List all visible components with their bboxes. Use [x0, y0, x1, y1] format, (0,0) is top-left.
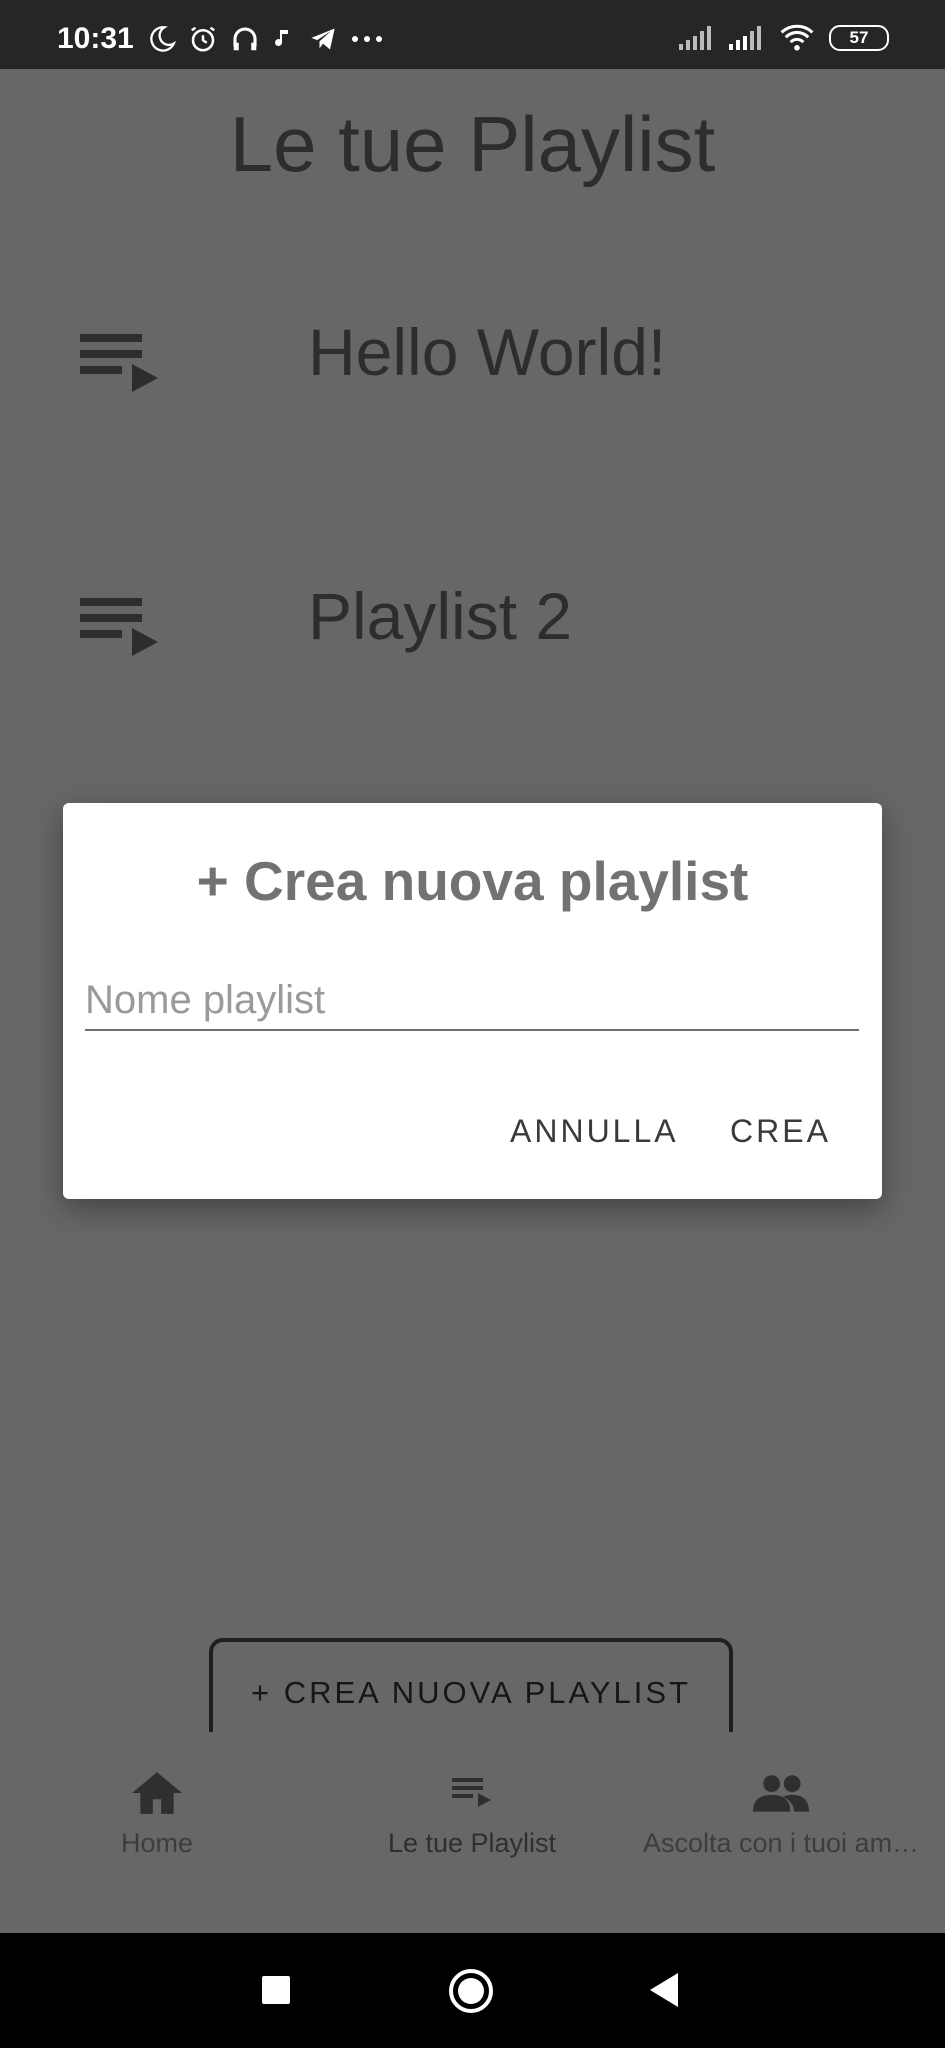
wifi-icon — [780, 24, 814, 51]
headphones-icon — [233, 27, 257, 51]
nav-label-playlists: Le tue Playlist — [387, 1828, 557, 1858]
playlist-play-icon — [80, 334, 158, 392]
people-icon — [753, 1775, 809, 1812]
telegram-icon — [311, 28, 335, 50]
nav-label-home: Home — [120, 1828, 194, 1858]
status-icons-left — [148, 24, 384, 54]
status-bar: 10:31 57 — [0, 0, 945, 69]
playlist-item[interactable]: Playlist 2 — [0, 558, 945, 678]
playlist-name-input[interactable] — [85, 971, 859, 1031]
dialog-title: + Crea nuova playlist — [196, 850, 749, 912]
recents-icon[interactable] — [262, 1976, 290, 2004]
back-icon[interactable] — [650, 1973, 680, 2007]
playlist-name: Hello World! — [308, 315, 667, 389]
battery-icon: 57 — [829, 25, 889, 51]
moon-icon — [150, 26, 176, 52]
home-circle-icon[interactable] — [449, 1969, 493, 2013]
playlist-item[interactable]: Hello World! — [0, 294, 945, 414]
status-icons-right: 57 — [679, 24, 889, 52]
alarm-icon — [191, 26, 215, 52]
playlist-icon — [452, 1778, 491, 1807]
music-note-icon — [275, 30, 288, 47]
create-playlist-dialog: + Crea nuova playlist ANNULLA CREA — [63, 803, 882, 1199]
signal-icon — [679, 26, 711, 50]
nav-item-playlists[interactable]: Le tue Playlist — [362, 1732, 582, 1864]
playlist-play-icon — [80, 598, 158, 656]
nav-label-listen-friends: Ascolta con i tuoi am… — [642, 1828, 920, 1858]
nav-item-home[interactable]: Home — [57, 1732, 257, 1864]
nav-item-listen-friends[interactable]: Ascolta con i tuoi am… — [626, 1732, 936, 1864]
system-navigation-bar — [0, 1933, 945, 2048]
status-time: 10:31 — [57, 22, 134, 55]
more-dots-icon — [352, 36, 382, 42]
create-button[interactable]: CREA — [730, 1113, 831, 1150]
cancel-button[interactable]: ANNULLA — [510, 1113, 679, 1150]
battery-level: 57 — [849, 28, 869, 47]
playlist-name: Playlist 2 — [308, 579, 573, 653]
bottom-navigation: Home Le tue Playlist Ascolta con i tuoi … — [0, 1732, 945, 1864]
home-icon — [132, 1772, 182, 1814]
signal-icon — [729, 26, 761, 50]
page-title: Le tue Playlist — [229, 100, 716, 188]
